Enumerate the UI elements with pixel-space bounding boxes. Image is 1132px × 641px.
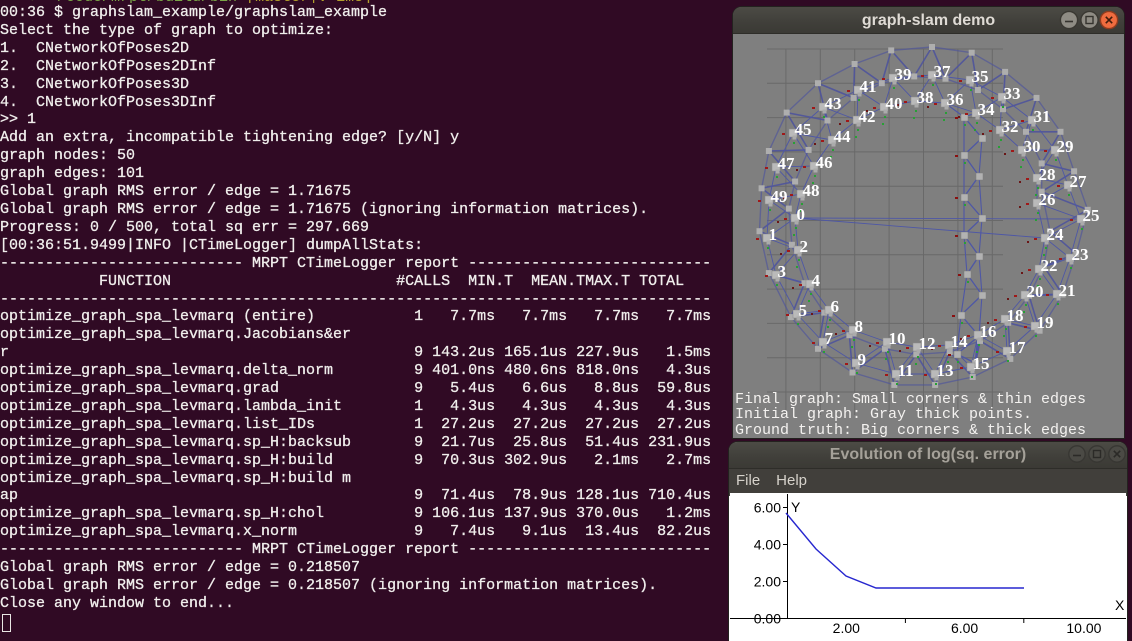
svg-text:44: 44 — [834, 127, 852, 146]
svg-text:42: 42 — [859, 107, 876, 126]
svg-text:33: 33 — [1004, 84, 1021, 103]
svg-text:46: 46 — [816, 153, 833, 172]
svg-text:22: 22 — [1041, 256, 1058, 275]
svg-text:1: 1 — [769, 225, 778, 244]
svg-text:16: 16 — [980, 322, 997, 341]
svg-text:4.00: 4.00 — [754, 537, 781, 553]
svg-text:38: 38 — [917, 88, 934, 107]
svg-text:37: 37 — [934, 62, 952, 81]
svg-text:8: 8 — [855, 317, 864, 336]
svg-text:25: 25 — [1083, 206, 1100, 225]
svg-text:19: 19 — [1037, 313, 1054, 332]
svg-text:30: 30 — [1024, 137, 1041, 156]
svg-text:6.00: 6.00 — [951, 620, 978, 636]
svg-text:0: 0 — [797, 205, 806, 224]
svg-text:29: 29 — [1057, 137, 1074, 156]
svg-text:18: 18 — [1007, 306, 1024, 325]
svg-text:24: 24 — [1047, 225, 1065, 244]
svg-text:43: 43 — [825, 94, 842, 113]
svg-text:17: 17 — [1009, 338, 1027, 357]
svg-text:11: 11 — [898, 361, 914, 380]
svg-text:23: 23 — [1072, 245, 1089, 264]
svg-text:28: 28 — [1039, 165, 1056, 184]
svg-text:36: 36 — [947, 90, 964, 109]
svg-text:35: 35 — [972, 67, 989, 86]
svg-text:6.00: 6.00 — [754, 500, 781, 516]
svg-text:X: X — [1115, 597, 1125, 613]
svg-text:3: 3 — [778, 262, 787, 281]
svg-text:20: 20 — [1027, 282, 1044, 301]
svg-text:41: 41 — [860, 77, 877, 96]
svg-text:6: 6 — [831, 297, 840, 316]
svg-text:14: 14 — [951, 332, 969, 351]
svg-text:21: 21 — [1059, 281, 1076, 300]
svg-text:48: 48 — [803, 181, 820, 200]
svg-text:10: 10 — [889, 329, 906, 348]
svg-text:12: 12 — [919, 334, 936, 353]
svg-text:7: 7 — [825, 329, 834, 348]
svg-text:32: 32 — [1002, 117, 1019, 136]
svg-text:39: 39 — [895, 65, 912, 84]
svg-text:4: 4 — [812, 271, 821, 290]
svg-text:49: 49 — [771, 187, 788, 206]
svg-text:40: 40 — [886, 94, 903, 113]
svg-text:9: 9 — [858, 350, 867, 369]
svg-text:34: 34 — [978, 100, 996, 119]
svg-text:5: 5 — [799, 301, 808, 320]
svg-text:2.00: 2.00 — [754, 574, 781, 590]
svg-text:47: 47 — [778, 154, 796, 173]
svg-text:2.00: 2.00 — [833, 620, 860, 636]
svg-text:10.00: 10.00 — [1066, 620, 1101, 636]
svg-text:27: 27 — [1070, 172, 1088, 191]
svg-text:31: 31 — [1034, 107, 1051, 126]
svg-text:0.00: 0.00 — [754, 611, 781, 627]
svg-text:13: 13 — [937, 361, 954, 380]
svg-text:Y: Y — [791, 499, 801, 515]
svg-text:2: 2 — [800, 237, 809, 256]
svg-text:45: 45 — [795, 120, 812, 139]
svg-text:26: 26 — [1039, 190, 1056, 209]
svg-text:15: 15 — [973, 354, 990, 373]
